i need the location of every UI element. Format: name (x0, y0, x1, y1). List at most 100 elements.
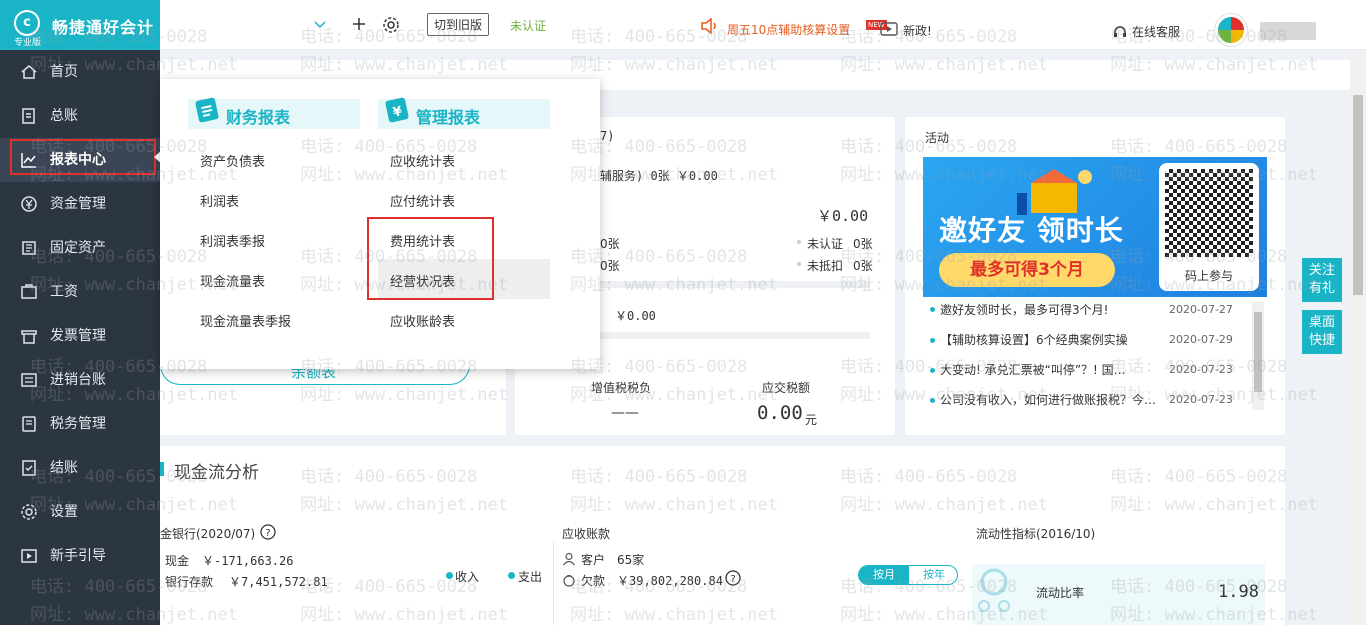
sidebar-item-label: 固定资产 (50, 240, 106, 256)
undeducted-count: 0张 (853, 259, 873, 273)
owed-label: 欠款 (581, 574, 606, 588)
menu-item-cashflow-quarterly[interactable]: 现金流量表季报 (200, 311, 291, 330)
ar-section-title: 应收账款 (562, 527, 611, 541)
news-scrollbar[interactable] (1252, 302, 1264, 410)
news-item-title[interactable]: 邀好友领时长，最多可得3个月! (940, 301, 1160, 318)
cash-label: 现金 (165, 554, 190, 568)
sidebar-item-label: 首页 (50, 64, 78, 80)
bank-deposit-label: 银行存款 (165, 575, 214, 589)
invoice-progress-bar-2 (600, 332, 870, 339)
gear-icon[interactable] (382, 16, 400, 34)
desktop-shortcut-button[interactable]: 桌面快捷 (1302, 310, 1342, 354)
expense-legend-dot (508, 572, 515, 579)
owed-value: ￥39,802,280.84 (617, 574, 723, 588)
user-name-blurred[interactable] (1260, 22, 1316, 40)
news-dot-icon (930, 307, 935, 312)
news-item-title[interactable]: 大变动! 承兑汇票被“叫停”？! 国… (940, 361, 1160, 378)
sidebar-item-tax[interactable]: 税务管理 (0, 402, 160, 446)
user-icon (563, 552, 575, 566)
sidebar-item-ledger[interactable]: 总账 (0, 94, 160, 138)
sidebar: c 专业版 畅捷通好会计 首页 总账 报表中心 资金管理 固定资产 工资 发票管… (0, 0, 160, 625)
avatar[interactable] (1215, 14, 1247, 46)
tax-due-unit: 元 (805, 413, 818, 427)
sidebar-item-guide[interactable]: 新手引导 (0, 534, 160, 578)
sidebar-item-label: 新手引导 (50, 548, 106, 564)
by-year-tab[interactable]: 按年 (909, 566, 957, 584)
svg-text:?: ? (730, 574, 735, 585)
news-item-title[interactable]: 公司没有收入，如何进行做账报税？今… (940, 391, 1160, 408)
menu-item-balance-sheet[interactable]: 资产负债表 (200, 151, 265, 170)
money-icon (21, 196, 37, 212)
online-service-link[interactable]: 在线客服 (1132, 24, 1180, 40)
sidebar-item-label: 发票管理 (50, 328, 106, 344)
app-logo[interactable]: c 专业版 畅捷通好会计 (0, 0, 160, 50)
follow-gift-button[interactable]: 关注有礼 (1302, 258, 1342, 302)
sidebar-item-settings[interactable]: 设置 (0, 490, 160, 534)
vat-burden-label: 增值税税负 (591, 381, 652, 395)
video-icon (880, 22, 898, 36)
expense-legend-label: 支出 (518, 570, 543, 584)
finance-reports-header: 财务报表 (188, 97, 360, 129)
liquidity-icon (978, 568, 1010, 612)
by-month-tab[interactable]: 按月 (859, 566, 909, 584)
unverified-label: 未认证 (807, 237, 844, 251)
invoice-icon (21, 330, 37, 344)
sidebar-item-invoice[interactable]: 发票管理 (0, 314, 160, 358)
sidebar-item-fixed-assets[interactable]: 固定资产 (0, 226, 160, 270)
cashflow-card: 现金流分析 金银行(2020/07) ? 现金 ￥-171,663.26 银行存… (160, 446, 1285, 625)
invoice-amount-2: ￥0.00 (615, 309, 656, 323)
sidebar-item-salary[interactable]: 工资 (0, 270, 160, 314)
sidebar-item-close-books[interactable]: 结账 (0, 446, 160, 490)
menu-item-income-quarterly[interactable]: 利润表季报 (200, 231, 265, 250)
sidebar-item-inventory[interactable]: 进销台账 (0, 358, 160, 402)
sidebar-item-home[interactable]: 首页 (0, 50, 160, 94)
help-icon[interactable]: ? (725, 570, 741, 586)
sidebar-item-label: 税务管理 (50, 416, 106, 432)
activity-banner[interactable]: 邀好友 领时长 最多可得3个月 码上参与 (923, 157, 1267, 297)
chevron-down-icon[interactable] (312, 16, 328, 32)
undeducted-label: 未抵扣 (807, 259, 844, 273)
topbar: 切到旧版 未认证 周五10点辅助核算设置 NEW 新政! 在线客服 (160, 0, 1366, 50)
headset-icon (1114, 26, 1126, 37)
news-dot-icon (930, 398, 935, 403)
news-scrollbar-thumb[interactable] (1254, 312, 1262, 392)
ratio-value: 1.98 (1218, 582, 1259, 602)
follow-gift-label: 关注有礼 (1308, 263, 1335, 296)
add-icon[interactable] (351, 16, 367, 32)
sidebar-item-label: 进销台账 (50, 372, 106, 388)
sidebar-item-label: 工资 (50, 284, 78, 300)
switch-old-version-button[interactable]: 切到旧版 (427, 13, 490, 36)
sidebar-item-funds[interactable]: 资金管理 (0, 182, 160, 226)
liquidity-ratio-box: 流动比率 1.98 (972, 564, 1265, 625)
svg-text:?: ? (265, 528, 270, 539)
ledger-icon (22, 108, 35, 124)
invoice-count-b: 0张 (600, 259, 620, 273)
invoice-progress-bar (600, 281, 870, 288)
ratio-label: 流动比率 (1036, 586, 1085, 600)
period-toggle[interactable]: 按月 按年 (858, 565, 958, 585)
activity-title: 活动 (925, 131, 950, 145)
menu-item-cashflow-statement[interactable]: 现金流量表 (200, 271, 265, 290)
invoice-count-a: 0张 (600, 237, 620, 251)
page-scrollbar-thumb[interactable] (1353, 95, 1363, 295)
bank-section-title: 金银行(2020/07) (160, 527, 256, 541)
new-policy-link[interactable]: 新政! (903, 23, 932, 39)
menu-item-receivable-aging[interactable]: 应收账龄表 (390, 311, 455, 330)
liquidity-title: 流动性指标(2016/10) (976, 527, 1096, 541)
menu-item-payable-stats[interactable]: 应付统计表 (390, 191, 455, 210)
notice-link[interactable]: 周五10点辅助核算设置 (727, 22, 850, 38)
unverified-status[interactable]: 未认证 (510, 18, 546, 34)
gear-icon (21, 504, 37, 520)
help-icon[interactable]: ? (260, 524, 276, 540)
news-item-date: 2020-07-23 (1169, 363, 1233, 376)
menu-item-income-statement[interactable]: 利润表 (200, 191, 239, 210)
news-item-title[interactable]: 【辅助核算设置】6个经典案例实操 (940, 331, 1160, 348)
invoice-service-summary: 辅服务) 0张 ￥0.00 (600, 169, 718, 183)
page-scrollbar[interactable] (1350, 50, 1366, 625)
menu-item-receivable-stats[interactable]: 应收统计表 (390, 151, 455, 170)
customer-label: 客户 (581, 553, 606, 567)
app-title: 畅捷通好会计 (52, 18, 155, 37)
banner-title: 邀好友 领时长 (939, 214, 1124, 247)
cash-value: ￥-171,663.26 (202, 554, 294, 568)
management-reports-header: ¥ 管理报表 (378, 97, 550, 129)
